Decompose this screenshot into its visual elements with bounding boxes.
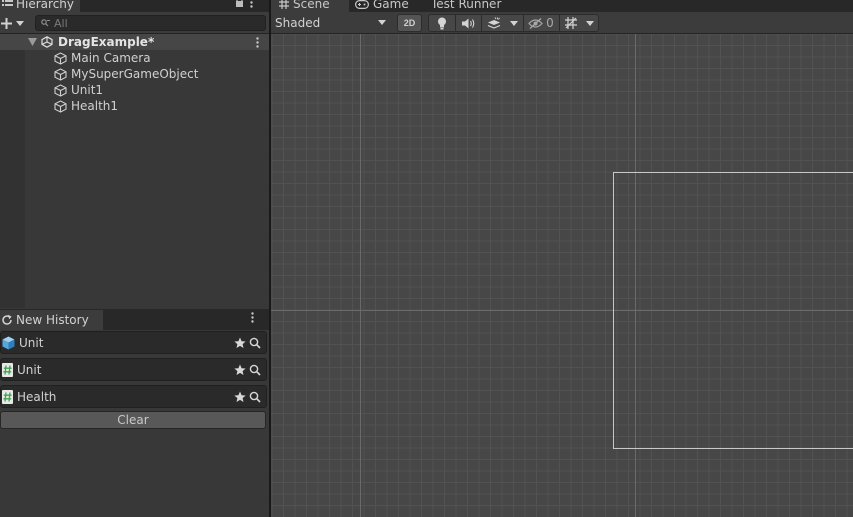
hierarchy-item-label: Main Camera — [71, 51, 151, 65]
foldout-expanded-icon[interactable] — [28, 38, 37, 46]
hierarchy-item[interactable]: Main Camera — [54, 50, 151, 66]
gameobject-cube-icon — [54, 99, 67, 113]
chevron-down-icon — [378, 20, 386, 25]
shading-mode-dropdown[interactable]: Shaded — [271, 12, 391, 34]
chevron-down-icon — [586, 20, 594, 26]
hierarchy-item[interactable]: MySuperGameObject — [54, 66, 198, 82]
scene-grid-overlay — [271, 34, 853, 517]
hierarchy-scene-row[interactable]: DragExample* — [0, 34, 269, 50]
history-item-label: Unit — [19, 335, 44, 350]
game-tab-label: Game — [373, 0, 409, 11]
favorite-star-icon[interactable] — [234, 337, 246, 349]
clear-history-button[interactable]: Clear — [0, 411, 266, 429]
tab-test-runner[interactable]: Test Runner — [427, 0, 527, 12]
scene-tab-bar: Scene Game Test Runner — [271, 0, 853, 12]
hierarchy-tab-tools — [235, 0, 253, 8]
history-tab-label: New History — [16, 313, 89, 327]
eye-hidden-icon — [528, 17, 543, 29]
toolbar-separator — [559, 14, 560, 32]
toolbar-separator — [455, 14, 456, 32]
unity-scene-icon — [41, 36, 53, 48]
history-item[interactable]: Unit — [0, 358, 267, 381]
tab-new-history[interactable]: New History — [0, 310, 103, 330]
hierarchy-toolbar — [0, 12, 269, 34]
hidden-objects-count: 0 — [546, 16, 554, 30]
gameobject-cube-icon — [54, 67, 67, 81]
prefab-cube-icon — [2, 336, 15, 350]
speaker-icon — [461, 18, 475, 29]
search-icon — [41, 19, 50, 27]
toolbar-separator — [481, 14, 482, 32]
favorite-star-icon[interactable] — [234, 391, 246, 403]
effects-dropdown-button[interactable] — [507, 14, 521, 32]
history-item[interactable]: Health — [0, 385, 267, 408]
toggle-2d-button[interactable]: 2D — [397, 14, 422, 32]
history-item-label: Health — [17, 389, 57, 404]
scene-more-icon[interactable] — [256, 37, 259, 48]
toolbar-separator — [523, 14, 524, 32]
scene-viewport[interactable] — [271, 34, 853, 517]
scene-name-label: DragExample* — [58, 35, 155, 49]
grid-hash-icon — [279, 0, 289, 9]
toggle-effects-button[interactable] — [483, 14, 505, 32]
hierarchy-more-icon[interactable] — [250, 0, 253, 8]
hierarchy-tree: DragExample* Main Camera MySuperGameObje… — [0, 34, 269, 308]
light-bulb-icon — [437, 17, 447, 30]
refresh-history-icon — [1, 314, 13, 326]
scene-tab-label: Scene — [293, 0, 330, 11]
gameobject-cube-icon — [54, 83, 67, 97]
grid-dropdown-button[interactable] — [583, 14, 597, 32]
chevron-down-icon — [510, 20, 518, 26]
shading-mode-value: Shaded — [275, 16, 321, 30]
tab-game[interactable]: Game — [355, 0, 423, 12]
plus-icon — [1, 17, 12, 29]
hierarchy-list-icon — [2, 0, 13, 9]
hierarchy-item[interactable]: Unit1 — [54, 82, 103, 98]
ping-search-icon[interactable] — [249, 364, 261, 376]
ping-search-icon[interactable] — [249, 337, 261, 349]
hierarchy-search-field[interactable] — [35, 15, 266, 31]
tab-scene[interactable]: Scene — [271, 0, 349, 12]
history-list: Unit Unit Health Clear — [0, 330, 269, 517]
history-item-label: Unit — [17, 362, 42, 377]
toggle-audio-button[interactable] — [457, 14, 479, 32]
chevron-down-icon — [16, 20, 24, 26]
hierarchy-tab-label: Hierarchy — [16, 0, 75, 11]
history-tab-bar: New History — [0, 309, 269, 330]
gameobject-cube-icon — [54, 51, 67, 65]
create-add-button[interactable] — [1, 15, 27, 31]
hierarchy-tab-bar: Hierarchy — [0, 0, 269, 12]
gamepad-icon — [355, 0, 369, 9]
hierarchy-item[interactable]: Health1 — [54, 98, 118, 114]
favorite-star-icon[interactable] — [234, 364, 246, 376]
csharp-script-icon — [2, 389, 13, 404]
ping-search-icon[interactable] — [249, 391, 261, 403]
scene-toolbar: Shaded 2D 0 — [271, 12, 853, 34]
hierarchy-search-input[interactable] — [54, 16, 254, 30]
csharp-script-icon — [2, 362, 13, 377]
hierarchy-item-label: Health1 — [71, 99, 119, 113]
effects-layers-icon — [487, 17, 501, 29]
tab-hierarchy[interactable]: Hierarchy — [0, 0, 80, 12]
history-more-icon[interactable] — [251, 312, 254, 323]
left-panel-column: Hierarchy All DragExample* Main Camera M… — [0, 0, 269, 517]
test-runner-tab-label: Test Runner — [431, 0, 502, 11]
history-item[interactable]: Unit — [0, 331, 267, 354]
grid-toggle-icon — [564, 16, 578, 30]
toggle-grid-button[interactable] — [561, 14, 581, 32]
scene-visibility-button[interactable]: 0 — [525, 14, 557, 32]
hierarchy-item-label: MySuperGameObject — [71, 67, 199, 81]
hierarchy-gutter — [0, 34, 25, 308]
lock-icon[interactable] — [235, 0, 244, 8]
hierarchy-item-label: Unit1 — [71, 83, 104, 97]
toggle-lighting-button[interactable] — [431, 14, 453, 32]
